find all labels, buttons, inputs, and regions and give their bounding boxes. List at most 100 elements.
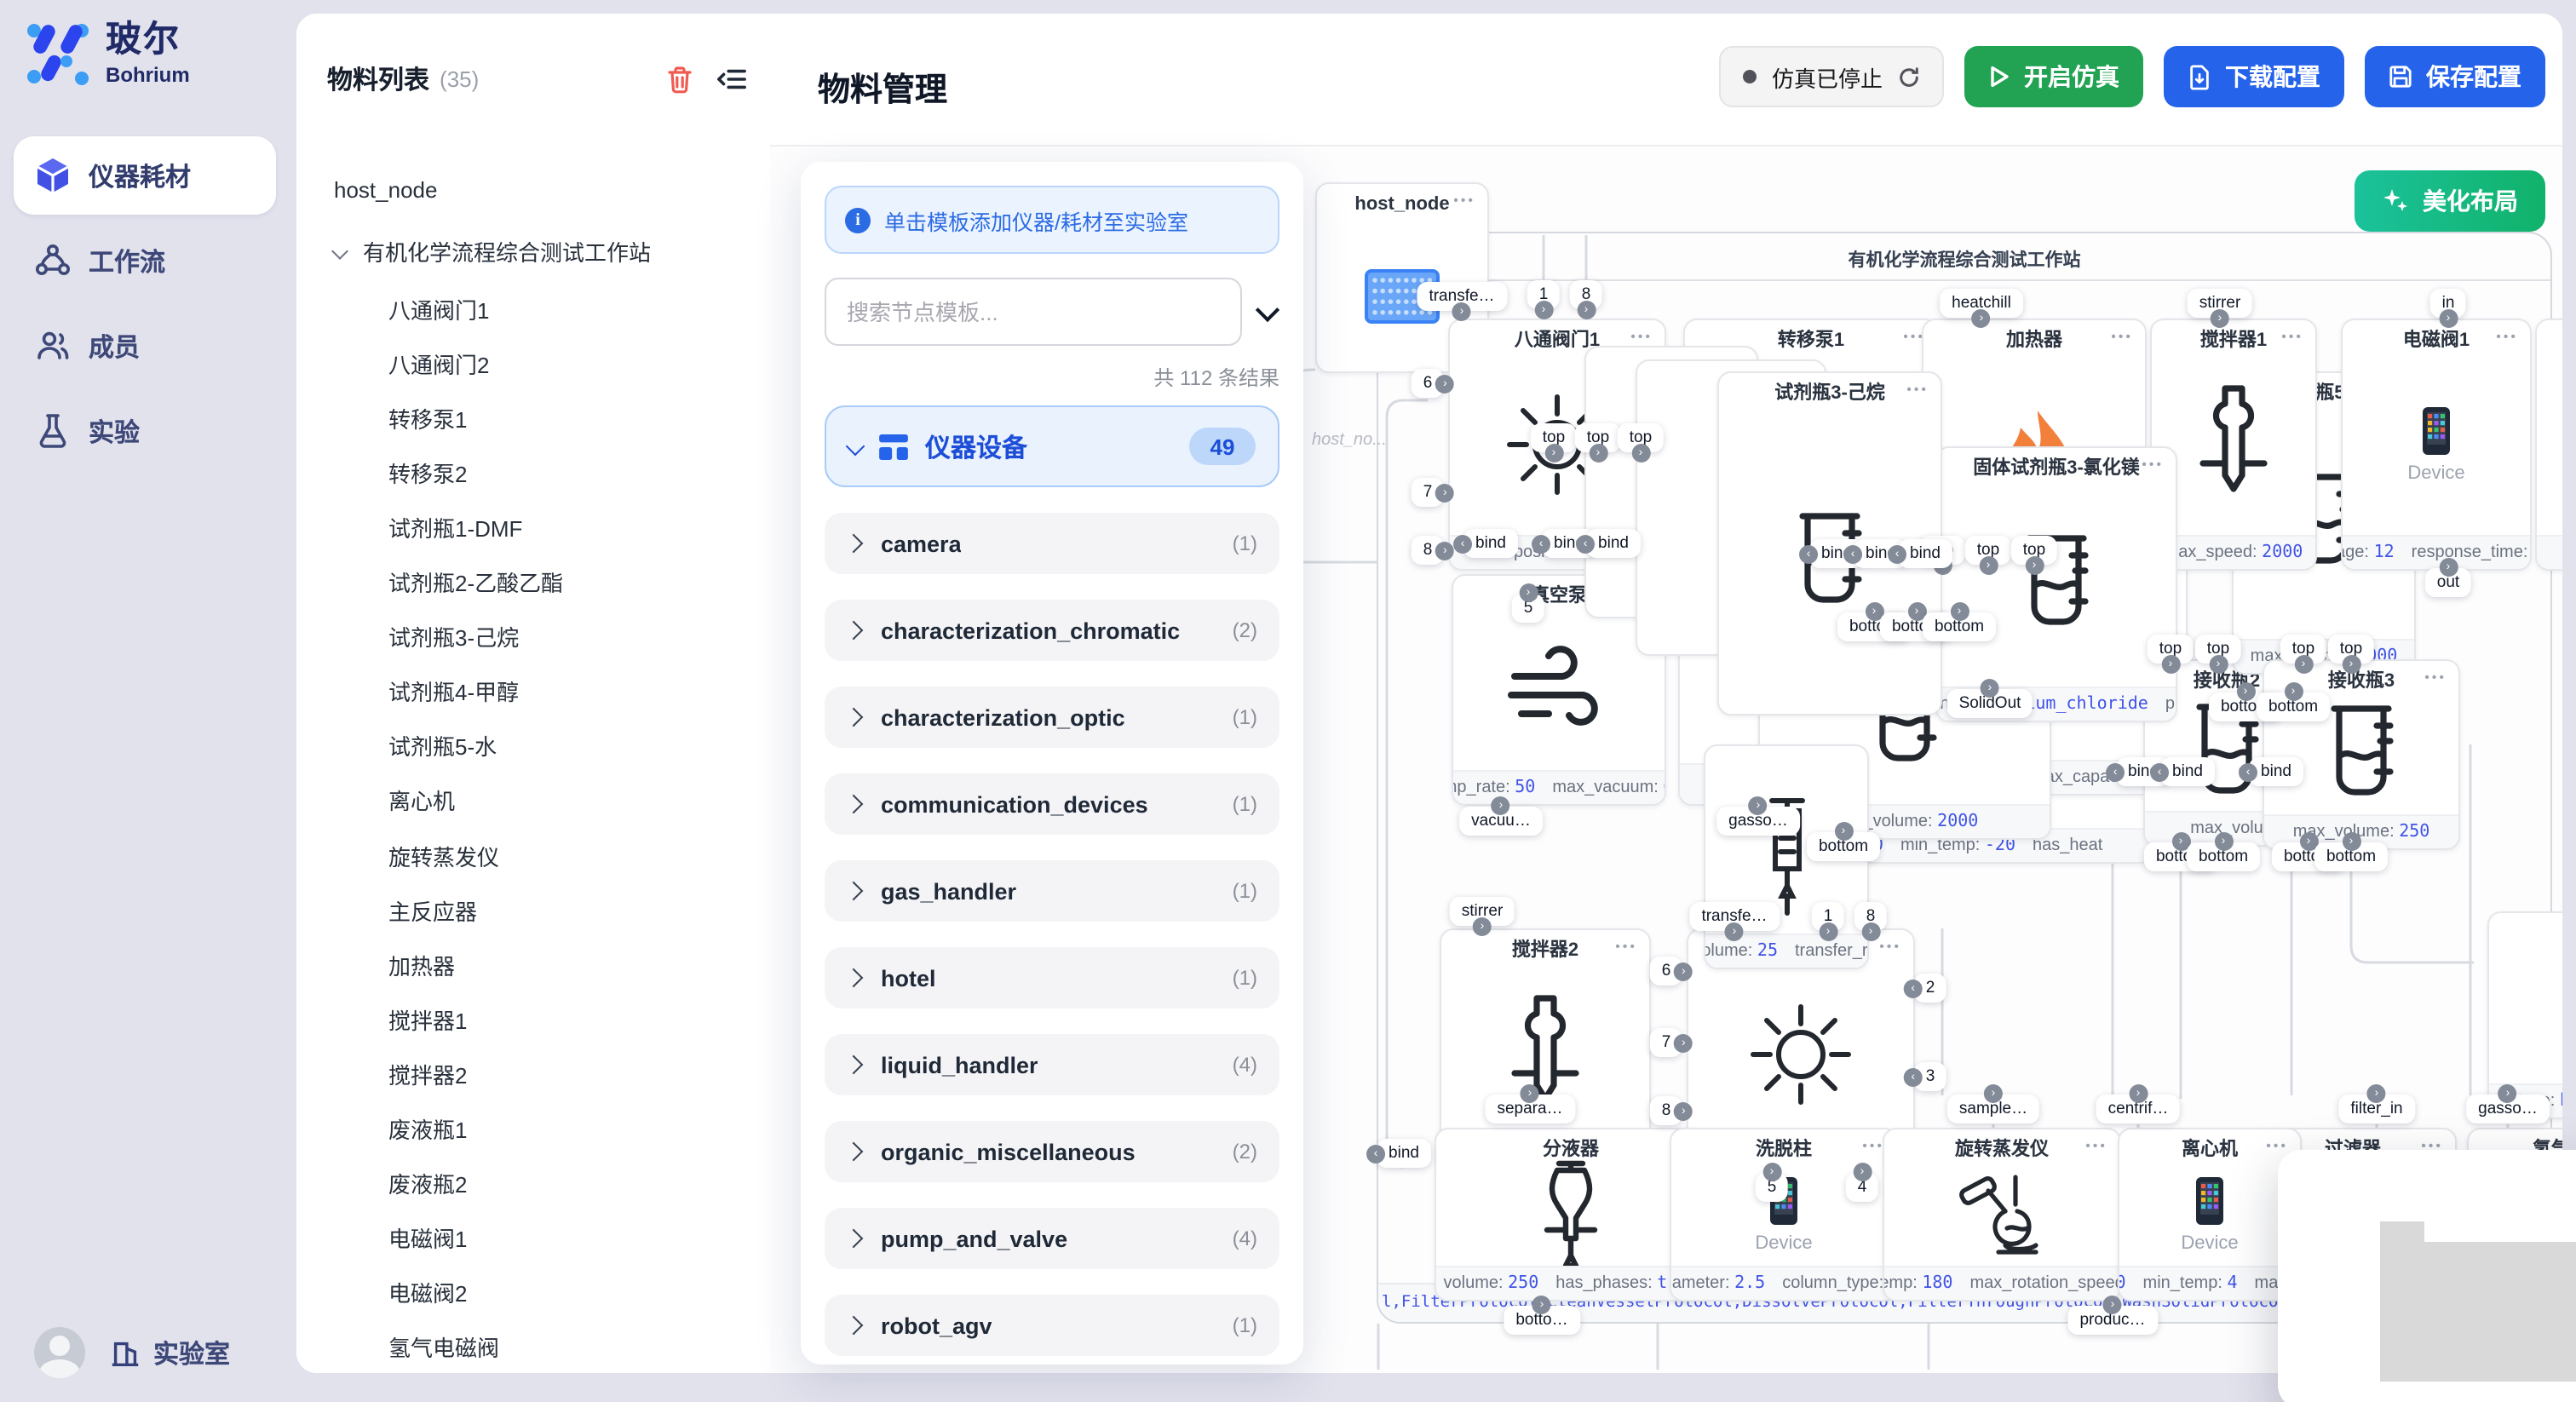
- sidebar-item-workflow[interactable]: 工作流: [14, 221, 276, 300]
- port-chip[interactable]: top›: [1965, 536, 2011, 565]
- port-chip[interactable]: 6›: [1412, 369, 1445, 398]
- node-menu-icon[interactable]: •••: [1862, 1138, 1884, 1153]
- port-chip[interactable]: 8›: [1412, 536, 1445, 565]
- tree-item[interactable]: 八通阀门2: [296, 344, 770, 382]
- category-hotel[interactable]: hotel(1): [825, 947, 1279, 1008]
- refresh-icon[interactable]: [1898, 66, 1920, 88]
- port-chip[interactable]: heatchill›: [1940, 289, 2023, 318]
- node-menu-icon[interactable]: •••: [1906, 382, 1929, 397]
- port-chip[interactable]: produc…›: [2067, 1306, 2157, 1335]
- canvas-node-洗脱柱[interactable]: 洗脱柱•••Devicediameter: 2.5column_type: si: [1670, 1128, 1898, 1301]
- preview-popup[interactable]: [2278, 1150, 2576, 1402]
- tree-item[interactable]: 转移泵2: [296, 454, 770, 491]
- port-chip[interactable]: top›: [2328, 635, 2374, 664]
- tree-item[interactable]: 旋转蒸发仪: [296, 836, 770, 874]
- port-chip[interactable]: sample…›: [1947, 1095, 2039, 1123]
- group-instruments[interactable]: 仪器设备 49: [825, 405, 1279, 487]
- start-simulation-button[interactable]: 开启仿真: [1964, 46, 2143, 107]
- canvas-node-分液器[interactable]: 分液器•••volume: 250has_phases: true: [1435, 1128, 1707, 1301]
- node-menu-icon[interactable]: •••: [2266, 1138, 2288, 1153]
- category-communication_devices[interactable]: communication_devices(1): [825, 773, 1279, 835]
- port-chip[interactable]: top›: [1575, 423, 1621, 452]
- tree-item[interactable]: host_node: [296, 170, 770, 208]
- port-chip[interactable]: vacuu…›: [1459, 807, 1543, 836]
- port-chip[interactable]: bottom›: [1807, 832, 1880, 861]
- node-menu-icon[interactable]: •••: [2281, 329, 2303, 344]
- canvas-node-旋转蒸发仪[interactable]: 旋转蒸发仪•••temp: 180max_rotation_speed:: [1883, 1128, 2121, 1301]
- port-chip[interactable]: 2‹: [1914, 974, 1947, 1003]
- canvas-node-氢气气源[interactable]: 氢气气源Device_type: hydrogenmax_pre: [2487, 911, 2562, 1119]
- port-chip[interactable]: 7›: [1412, 478, 1445, 507]
- tree-item[interactable]: 氢气电磁阀: [296, 1329, 770, 1366]
- port-chip[interactable]: bottom›: [2314, 842, 2388, 871]
- canvas-node[interactable]: voltage: 12: [2535, 319, 2562, 571]
- port-chip[interactable]: gasso…›: [1716, 807, 1800, 836]
- port-chip[interactable]: top›: [2148, 635, 2194, 664]
- port-chip[interactable]: filter_in›: [2338, 1095, 2414, 1123]
- node-menu-icon[interactable]: •••: [1453, 192, 1475, 208]
- node-menu-icon[interactable]: •••: [1615, 939, 1637, 954]
- avatar[interactable]: [34, 1327, 85, 1378]
- tree-item[interactable]: 有机化学流程综合测试工作站: [296, 232, 770, 269]
- tree-item[interactable]: 废液瓶1: [296, 1110, 770, 1147]
- tree-item[interactable]: 电磁阀2: [296, 1274, 770, 1312]
- category-robot_agv[interactable]: robot_agv(1): [825, 1295, 1279, 1356]
- node-menu-icon[interactable]: •••: [2085, 1138, 2107, 1153]
- port-chip[interactable]: top›: [2280, 635, 2326, 664]
- port-chip[interactable]: top›: [1531, 423, 1577, 452]
- port-chip[interactable]: top›: [2195, 635, 2241, 664]
- port-chip[interactable]: bottom›: [1923, 612, 1996, 641]
- port-chip[interactable]: bind‹: [2249, 757, 2303, 786]
- sidebar-item-members[interactable]: 成员: [14, 307, 276, 385]
- tree-item[interactable]: 转移泵1: [296, 399, 770, 436]
- tree-item[interactable]: 加热器: [296, 945, 770, 983]
- port-chip[interactable]: 1›: [1527, 280, 1561, 309]
- simulation-status-pill[interactable]: 仿真已停止: [1719, 46, 1944, 107]
- save-config-button[interactable]: 保存配置: [2365, 46, 2545, 107]
- port-chip[interactable]: 5›: [1512, 594, 1545, 623]
- port-chip[interactable]: stirrer›: [2188, 289, 2253, 318]
- port-chip[interactable]: centrif…›: [2096, 1095, 2181, 1123]
- category-camera[interactable]: camera(1): [825, 513, 1279, 574]
- category-gas_handler[interactable]: gas_handler(1): [825, 860, 1279, 922]
- port-chip[interactable]: top›: [1618, 423, 1664, 452]
- port-chip[interactable]: 7›: [1650, 1028, 1683, 1057]
- node-menu-icon[interactable]: •••: [1630, 329, 1653, 344]
- port-chip[interactable]: botto…›: [1504, 1306, 1579, 1335]
- tree-item[interactable]: 主反应器: [296, 891, 770, 928]
- port-chip[interactable]: 4›: [1846, 1173, 1879, 1202]
- tree-item[interactable]: 试剂瓶4-甲醇: [296, 672, 770, 710]
- node-menu-icon[interactable]: •••: [2496, 329, 2518, 344]
- sidebar-item-experiment[interactable]: 实验: [14, 392, 276, 470]
- port-chip[interactable]: gasso…›: [2466, 1095, 2550, 1123]
- port-chip[interactable]: bind‹: [1586, 529, 1641, 558]
- port-chip[interactable]: bind‹: [1377, 1139, 1431, 1168]
- chevron-down-icon[interactable]: [1259, 296, 1279, 327]
- node-menu-icon[interactable]: •••: [2142, 457, 2164, 472]
- tree-item[interactable]: 离心机: [296, 782, 770, 819]
- port-chip[interactable]: bottom›: [2187, 842, 2260, 871]
- tree-item[interactable]: 废液瓶2: [296, 1164, 770, 1202]
- tree-item[interactable]: 试剂瓶2-乙酸乙酯: [296, 563, 770, 600]
- category-pump_and_valve[interactable]: pump_and_valve(4): [825, 1208, 1279, 1269]
- port-chip[interactable]: 6›: [1650, 957, 1683, 985]
- port-chip[interactable]: 8›: [1854, 902, 1888, 931]
- tree-item[interactable]: 八通阀门1: [296, 290, 770, 327]
- download-config-button[interactable]: 下载配置: [2164, 46, 2344, 107]
- port-chip[interactable]: bind‹: [2160, 757, 2215, 786]
- port-chip[interactable]: 3‹: [1914, 1062, 1947, 1091]
- port-chip[interactable]: 8›: [1570, 280, 1603, 309]
- tree-item[interactable]: 搅拌器1: [296, 1001, 770, 1038]
- tree-item[interactable]: 电磁阀1: [296, 1219, 770, 1256]
- sidebar-item-lab[interactable]: 实验室: [109, 1335, 230, 1370]
- category-characterization_optic[interactable]: characterization_optic(1): [825, 687, 1279, 748]
- port-chip[interactable]: in›: [2430, 289, 2467, 318]
- port-chip[interactable]: 5›: [1756, 1173, 1789, 1202]
- beautify-layout-button[interactable]: 美化布局: [2355, 170, 2545, 232]
- port-chip[interactable]: separa…›: [1485, 1095, 1574, 1123]
- tree-item[interactable]: 试剂瓶1-DMF: [296, 509, 770, 546]
- port-chip[interactable]: 1›: [1812, 902, 1845, 931]
- tree-item[interactable]: 搅拌器2: [296, 1055, 770, 1093]
- port-chip[interactable]: 8›: [1650, 1096, 1683, 1125]
- port-chip[interactable]: stirrer›: [1450, 897, 1515, 926]
